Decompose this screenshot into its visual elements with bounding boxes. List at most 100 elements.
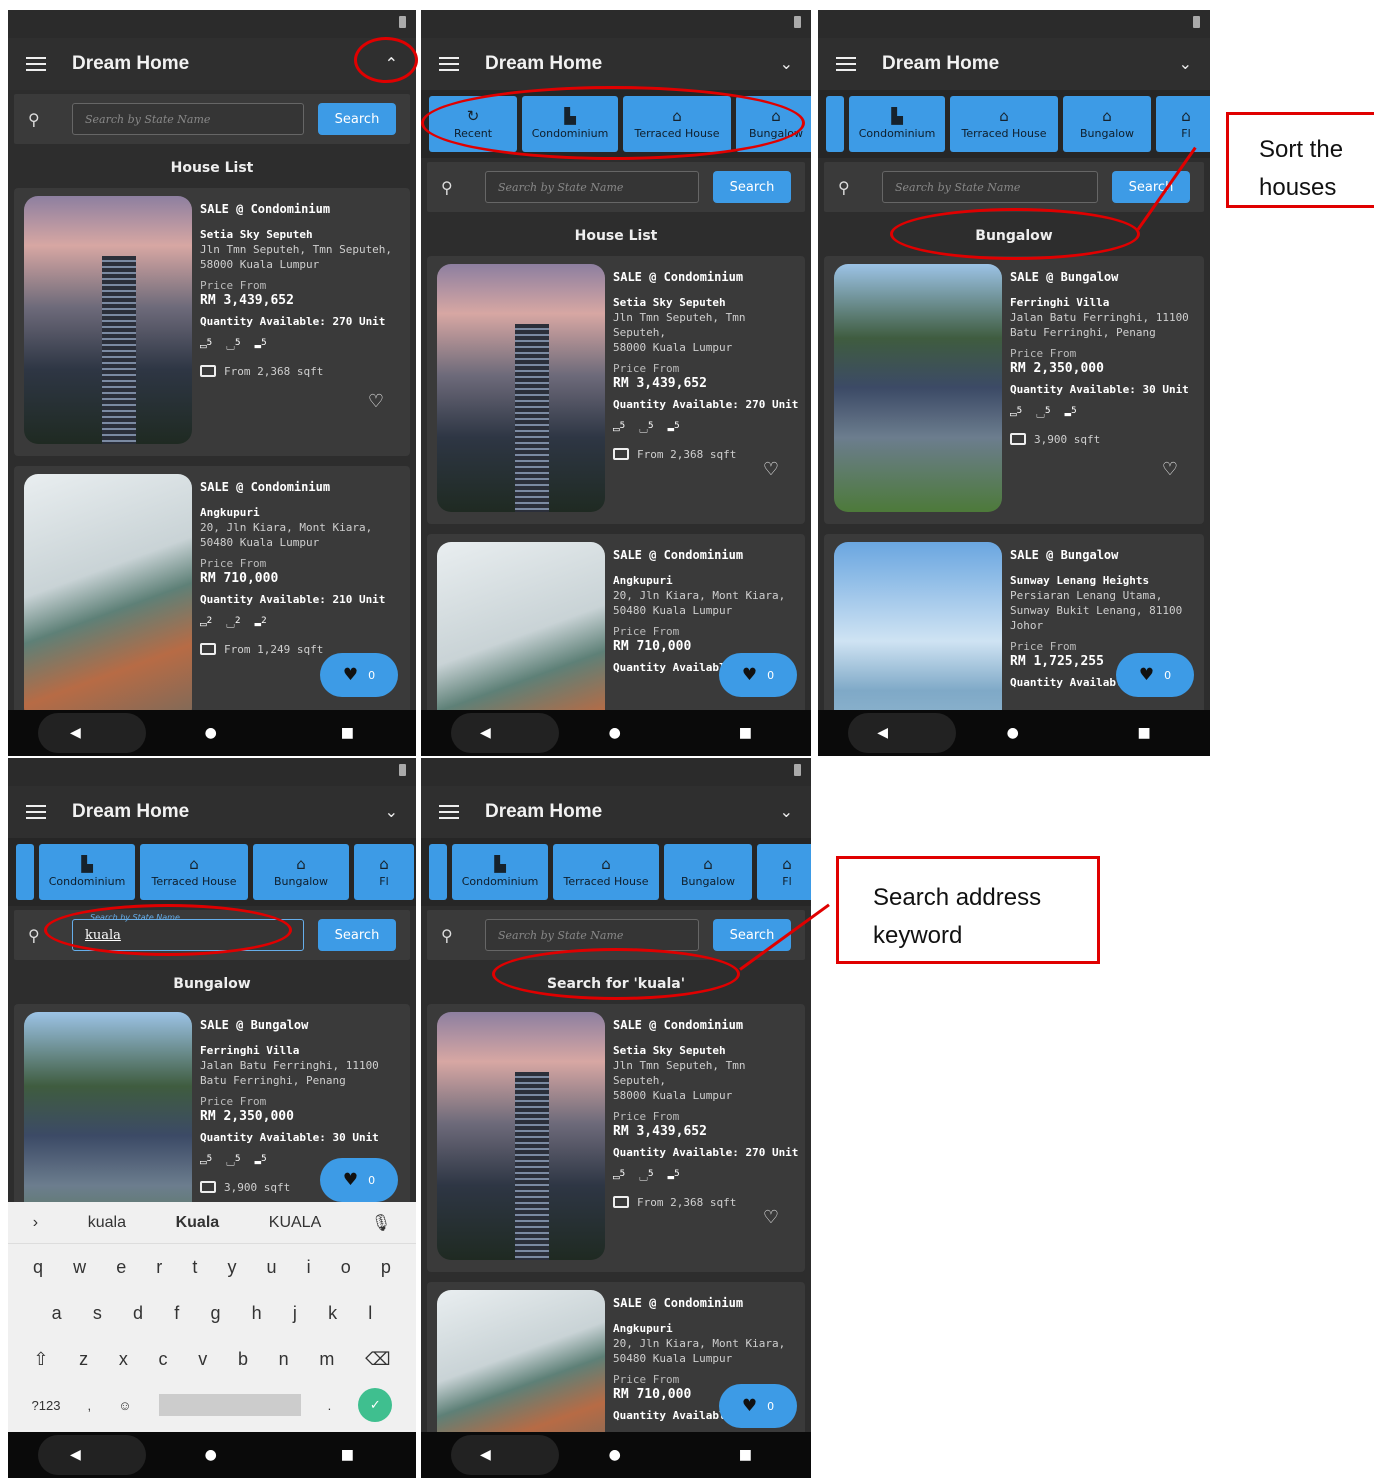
- listing-card[interactable]: SALE @ Condominium Setia Sky Seputeh Jln…: [427, 1004, 805, 1272]
- search-button[interactable]: Search: [713, 171, 791, 203]
- category-flat[interactable]: ⌂ Fl: [354, 844, 414, 900]
- key[interactable]: x: [119, 1349, 128, 1370]
- category-terraced[interactable]: ⌂ Terraced House: [140, 844, 248, 900]
- category-recent[interactable]: [16, 844, 34, 900]
- category-recent[interactable]: [826, 96, 844, 152]
- space-key[interactable]: [158, 1394, 301, 1416]
- key[interactable]: w: [73, 1257, 86, 1278]
- favorites-fab[interactable]: ♥ 0: [1116, 653, 1194, 697]
- category-flat[interactable]: ⌂ Fl: [1156, 96, 1210, 152]
- heart-icon[interactable]: ♡: [763, 1207, 779, 1228]
- key[interactable]: i: [307, 1257, 311, 1278]
- home-icon[interactable]: ●: [1007, 725, 1019, 741]
- category-bungalow[interactable]: ⌂ Bungalow: [253, 844, 349, 900]
- back-icon[interactable]: ◀: [877, 725, 888, 741]
- category-terraced[interactable]: ⌂ Terraced House: [950, 96, 1058, 152]
- back-icon[interactable]: ◀: [70, 1447, 81, 1463]
- symbols-key[interactable]: ?123: [32, 1398, 61, 1413]
- key[interactable]: c: [159, 1349, 168, 1370]
- key[interactable]: o: [341, 1257, 351, 1278]
- key[interactable]: v: [198, 1349, 207, 1370]
- key[interactable]: m: [319, 1349, 334, 1370]
- search-button[interactable]: Search: [318, 919, 396, 951]
- listing-card[interactable]: SALE @ Condominium Setia Sky Seputeh Jln…: [14, 188, 410, 456]
- chevron-down-icon[interactable]: ⌄: [780, 54, 793, 73]
- period-key[interactable]: .: [328, 1398, 332, 1413]
- recents-icon[interactable]: ■: [341, 1447, 354, 1463]
- search-button[interactable]: Search: [318, 103, 396, 135]
- suggestion[interactable]: Kuala: [176, 1214, 220, 1232]
- enter-icon[interactable]: ✓: [358, 1388, 393, 1422]
- favorites-fab[interactable]: ♥ 0: [719, 653, 797, 697]
- key[interactable]: t: [192, 1257, 197, 1278]
- key[interactable]: k: [328, 1303, 337, 1324]
- menu-icon[interactable]: [439, 805, 459, 819]
- favorites-fab[interactable]: ♥ 0: [320, 653, 398, 697]
- key[interactable]: q: [33, 1257, 43, 1278]
- home-icon[interactable]: ●: [609, 1447, 621, 1463]
- menu-icon[interactable]: [26, 805, 46, 819]
- category-condominium[interactable]: ▙ Condominium: [39, 844, 135, 900]
- key[interactable]: f: [174, 1303, 179, 1324]
- heart-icon[interactable]: ♡: [368, 391, 384, 412]
- category-condominium[interactable]: ▙ Condominium: [452, 844, 548, 900]
- search-button[interactable]: Search: [713, 919, 791, 951]
- search-button[interactable]: Search: [1112, 171, 1190, 203]
- shift-icon[interactable]: ⇧: [33, 1349, 48, 1370]
- key[interactable]: g: [210, 1303, 220, 1324]
- heart-icon[interactable]: ♡: [763, 459, 779, 480]
- search-input[interactable]: Search by State Name: [882, 171, 1098, 203]
- key[interactable]: n: [279, 1349, 289, 1370]
- key[interactable]: y: [227, 1257, 236, 1278]
- key[interactable]: s: [93, 1303, 102, 1324]
- home-icon[interactable]: ●: [205, 1447, 217, 1463]
- menu-icon[interactable]: [439, 57, 459, 71]
- backspace-icon[interactable]: ⌫: [365, 1349, 390, 1370]
- search-input[interactable]: Search by State Name: [485, 919, 699, 951]
- menu-icon[interactable]: [26, 57, 46, 71]
- key[interactable]: l: [368, 1303, 372, 1324]
- back-icon[interactable]: ◀: [70, 725, 81, 741]
- category-bungalow[interactable]: ⌂ Bungalow: [1063, 96, 1151, 152]
- category-terraced[interactable]: ⌂ Terraced House: [553, 844, 659, 900]
- expand-icon[interactable]: ›: [33, 1214, 38, 1232]
- key[interactable]: r: [156, 1257, 162, 1278]
- recents-icon[interactable]: ■: [341, 725, 354, 741]
- category-recent[interactable]: [429, 844, 447, 900]
- key[interactable]: d: [133, 1303, 143, 1324]
- chevron-down-icon[interactable]: ⌄: [385, 802, 398, 821]
- listing-card[interactable]: SALE @ Bungalow Ferringhi Villa Jalan Ba…: [824, 256, 1204, 524]
- category-flat[interactable]: ⌂ Fl: [757, 844, 811, 900]
- back-icon[interactable]: ◀: [480, 725, 491, 741]
- key[interactable]: a: [52, 1303, 62, 1324]
- chevron-down-icon[interactable]: ⌄: [1179, 54, 1192, 73]
- recents-icon[interactable]: ■: [1137, 725, 1150, 741]
- category-bungalow[interactable]: ⌂ Bungalow: [664, 844, 752, 900]
- recents-icon[interactable]: ■: [739, 725, 752, 741]
- category-condominium[interactable]: ▙ Condominium: [849, 96, 945, 152]
- key[interactable]: j: [293, 1303, 297, 1324]
- favorites-fab[interactable]: ♥ 0: [320, 1158, 398, 1202]
- mic-icon[interactable]: 🎙: [371, 1213, 391, 1233]
- key[interactable]: z: [79, 1349, 88, 1370]
- menu-icon[interactable]: [836, 57, 856, 71]
- heart-icon[interactable]: ♡: [1162, 459, 1178, 480]
- back-icon[interactable]: ◀: [480, 1447, 491, 1463]
- favorites-fab[interactable]: ♥ 0: [719, 1384, 797, 1428]
- key[interactable]: p: [381, 1257, 391, 1278]
- recents-icon[interactable]: ■: [739, 1447, 752, 1463]
- comma-key[interactable]: ,: [88, 1398, 92, 1413]
- suggestion[interactable]: kuala: [88, 1214, 126, 1232]
- emoji-icon[interactable]: ☺: [118, 1398, 131, 1413]
- key[interactable]: e: [116, 1257, 126, 1278]
- search-input[interactable]: Search by State Name: [72, 103, 304, 135]
- key[interactable]: u: [267, 1257, 277, 1278]
- chevron-down-icon[interactable]: ⌄: [780, 802, 793, 821]
- search-input[interactable]: Search by State Name: [485, 171, 699, 203]
- suggestion[interactable]: KUALA: [269, 1214, 321, 1232]
- home-icon[interactable]: ●: [205, 725, 217, 741]
- key[interactable]: b: [238, 1349, 248, 1370]
- home-icon[interactable]: ●: [609, 725, 621, 741]
- listing-card[interactable]: SALE @ Condominium Setia Sky Seputeh Jln…: [427, 256, 805, 524]
- key[interactable]: h: [252, 1303, 262, 1324]
